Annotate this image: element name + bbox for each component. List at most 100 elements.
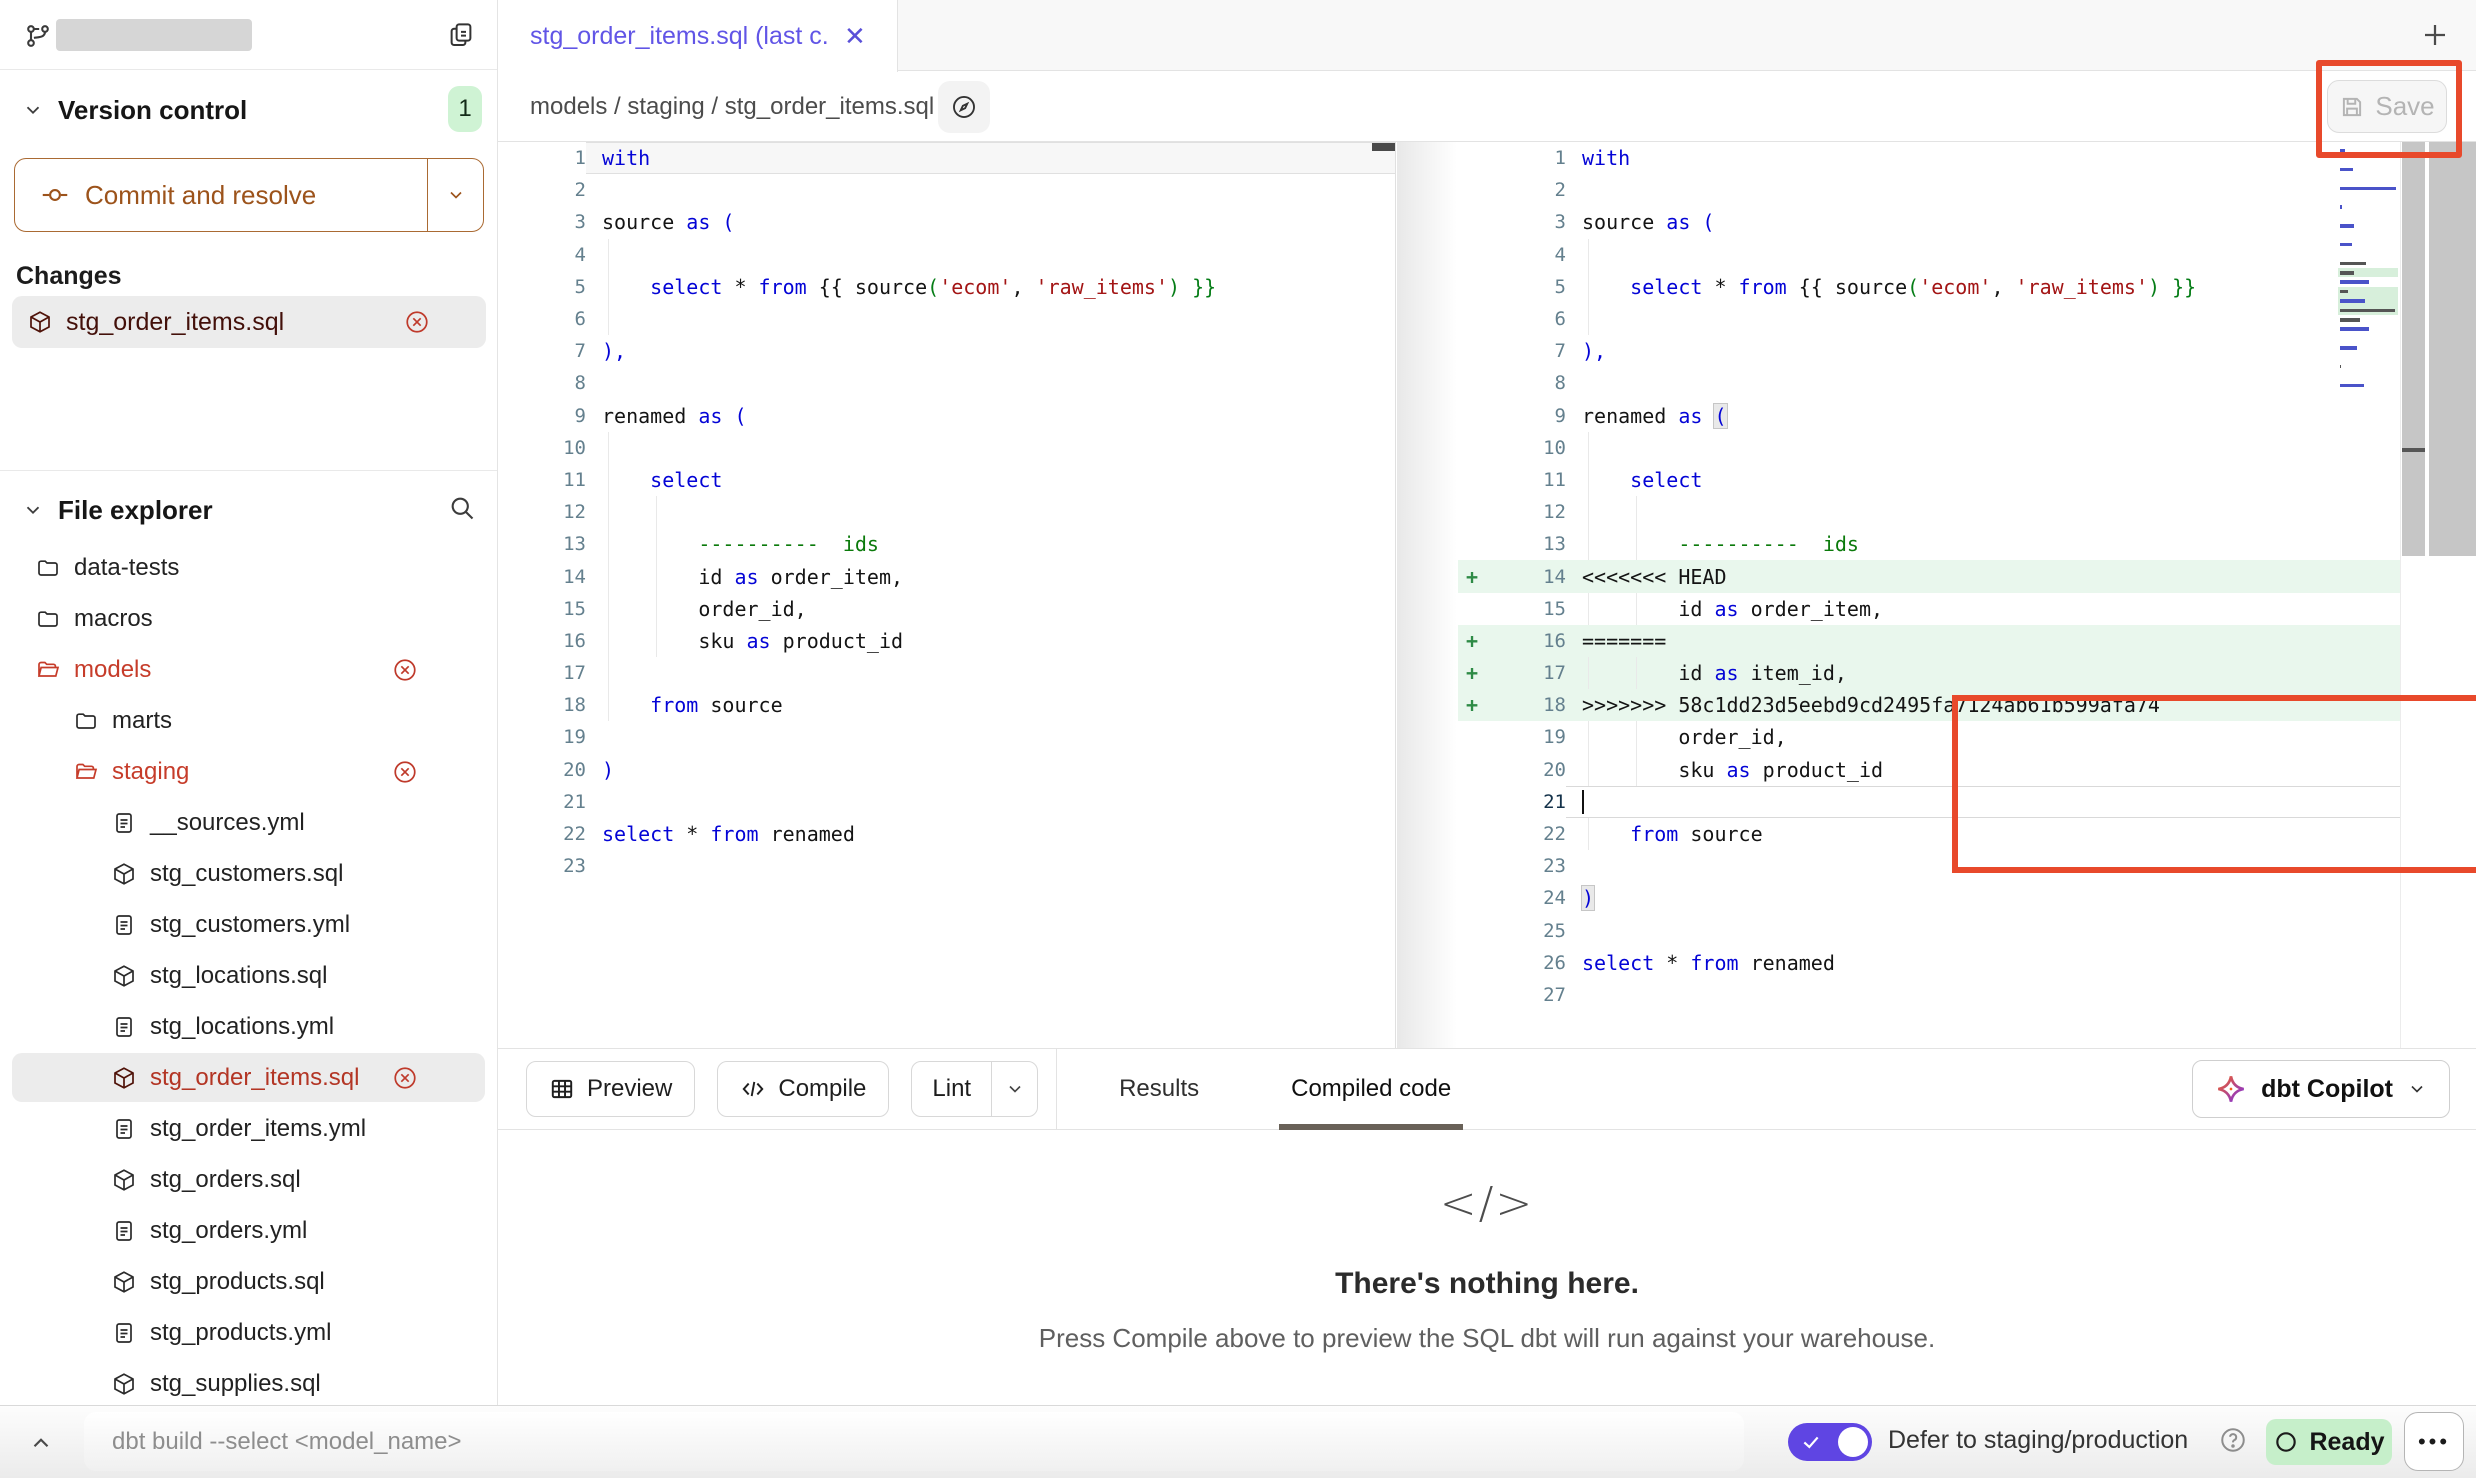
code-line[interactable]: 7),	[498, 335, 1395, 367]
code-line[interactable]: 3source as (	[1458, 206, 2400, 238]
code-line[interactable]: 10	[498, 432, 1395, 464]
code-line[interactable]: +17 id as item_id,	[1458, 657, 2400, 689]
save-button[interactable]: Save	[2327, 80, 2447, 133]
file-tree-item[interactable]: stg_products.yml	[0, 1307, 497, 1358]
commit-dropdown-button[interactable]	[427, 159, 483, 231]
code-line[interactable]: 16 sku as product_id	[498, 625, 1395, 657]
code-line[interactable]: 10	[1458, 432, 2400, 464]
minimap-scrollbar[interactable]	[2402, 142, 2425, 556]
dbt-copilot-button[interactable]: dbt Copilot	[2192, 1060, 2450, 1118]
code-line[interactable]: 15 id as order_item,	[1458, 593, 2400, 625]
code-line[interactable]: 27	[1458, 979, 2400, 1011]
code-line[interactable]: 2	[498, 174, 1395, 206]
file-tree-item[interactable]: stg_order_items.yml	[0, 1103, 497, 1154]
close-icon[interactable]: ✕	[844, 21, 866, 52]
file-tree-item[interactable]: data-tests	[0, 542, 497, 593]
file-tree-item[interactable]: stg_locations.sql	[0, 950, 497, 1001]
file-tree-item[interactable]: stg_orders.yml	[0, 1205, 497, 1256]
file-tree-item[interactable]: stg_products.sql	[0, 1256, 497, 1307]
copy-files-icon[interactable]	[446, 20, 476, 50]
code-line[interactable]: 2	[1458, 174, 2400, 206]
code-line[interactable]: 21	[498, 786, 1395, 818]
code-line[interactable]: 21	[1458, 786, 2400, 818]
code-line[interactable]: 14 id as order_item,	[498, 560, 1395, 592]
code-line[interactable]: 5 select * from {{ source('ecom', 'raw_i…	[1458, 271, 2400, 303]
file-tree-item[interactable]: models	[0, 644, 497, 695]
code-line[interactable]: 24)	[1458, 882, 2400, 914]
tab-stg-order-items[interactable]: stg_order_items.sql (last c... ✕	[498, 0, 898, 72]
code-line[interactable]: 4	[1458, 239, 2400, 271]
code-line[interactable]: 18 from source	[498, 689, 1395, 721]
code-line[interactable]: 6	[498, 303, 1395, 335]
preview-button[interactable]: Preview	[526, 1061, 695, 1117]
compile-button[interactable]: Compile	[717, 1061, 889, 1117]
code-line[interactable]: 19	[498, 721, 1395, 753]
code-line[interactable]: 5 select * from {{ source('ecom', 'raw_i…	[498, 271, 1395, 303]
code-line[interactable]: +18>>>>>>> 58c1dd23d5eebd9cd2495fa7124ab…	[1458, 689, 2400, 721]
discard-change-icon[interactable]	[392, 657, 418, 683]
defer-toggle[interactable]	[1788, 1423, 1872, 1461]
code-pane-original[interactable]: 1with23source as (45 select * from {{ so…	[498, 142, 1396, 1048]
code-line[interactable]: 23	[1458, 850, 2400, 882]
status-badge[interactable]: Ready	[2266, 1419, 2392, 1465]
code-line[interactable]: 12	[498, 496, 1395, 528]
code-line[interactable]: 25	[1458, 915, 2400, 947]
code-line[interactable]: 17	[498, 657, 1395, 689]
discard-change-icon[interactable]	[404, 309, 430, 335]
file-tree-item[interactable]: macros	[0, 593, 497, 644]
file-tree-item[interactable]: stg_locations.yml	[0, 1001, 497, 1052]
tab-results[interactable]: Results	[1119, 1048, 1199, 1130]
code-line[interactable]: 9renamed as (	[498, 400, 1395, 432]
file-explorer-header[interactable]: File explorer	[0, 482, 497, 538]
code-line[interactable]: 1with	[498, 142, 1395, 174]
code-line[interactable]: 19 order_id,	[1458, 721, 2400, 753]
discard-change-icon[interactable]	[392, 759, 418, 785]
code-line[interactable]: 3source as (	[498, 206, 1395, 238]
file-tree-item[interactable]: stg_order_items.sql	[0, 1052, 497, 1103]
breadcrumb[interactable]: models / staging / stg_order_items.sql	[530, 71, 934, 142]
code-line[interactable]: 4	[498, 239, 1395, 271]
code-line[interactable]: 8	[1458, 367, 2400, 399]
file-tree-item[interactable]: stg_orders.sql	[0, 1154, 497, 1205]
lint-dropdown-button[interactable]	[991, 1062, 1037, 1116]
code-line[interactable]: 22 from source	[1458, 818, 2400, 850]
commit-button-main[interactable]: Commit and resolve	[15, 159, 427, 231]
help-icon[interactable]	[2218, 1425, 2248, 1455]
discard-change-icon[interactable]	[392, 1065, 418, 1091]
search-icon[interactable]	[448, 494, 476, 522]
lint-button[interactable]: Lint	[912, 1062, 991, 1116]
commit-and-resolve-button[interactable]: Commit and resolve	[14, 158, 484, 232]
code-line[interactable]: 1with	[1458, 142, 2400, 174]
new-tab-icon[interactable]	[2420, 20, 2450, 50]
code-line[interactable]: 15 order_id,	[498, 593, 1395, 625]
version-control-header[interactable]: Version control	[0, 82, 497, 138]
tab-compiled-code[interactable]: Compiled code	[1291, 1048, 1451, 1130]
editor-scrollbar[interactable]	[2429, 142, 2476, 556]
code-line[interactable]: 13 ---------- ids	[1458, 528, 2400, 560]
left-pane-scrollbar-thumb[interactable]	[1372, 143, 1395, 151]
code-line[interactable]: 22select * from renamed	[498, 818, 1395, 850]
code-line[interactable]: 8	[498, 367, 1395, 399]
code-line[interactable]: 6	[1458, 303, 2400, 335]
code-line[interactable]: 23	[498, 850, 1395, 882]
code-line[interactable]: +14<<<<<<< HEAD	[1458, 560, 2400, 592]
code-line[interactable]: 9renamed as (	[1458, 400, 2400, 432]
file-tree-item[interactable]: __sources.yml	[0, 797, 497, 848]
dbt-command-input[interactable]: dbt build --select <model_name>	[84, 1412, 1744, 1471]
code-pane-conflicted[interactable]: 1with23source as (45 select * from {{ so…	[1458, 142, 2400, 1048]
git-branch-icon[interactable]	[24, 22, 52, 50]
file-tree-item[interactable]: stg_supplies.sql	[0, 1358, 497, 1409]
file-tree-item[interactable]: stg_customers.yml	[0, 899, 497, 950]
code-line[interactable]: 11 select	[1458, 464, 2400, 496]
code-line[interactable]: 20 sku as product_id	[1458, 754, 2400, 786]
code-line[interactable]: 11 select	[498, 464, 1395, 496]
code-line[interactable]: 13 ---------- ids	[498, 528, 1395, 560]
code-line[interactable]: +16=======	[1458, 625, 2400, 657]
code-line[interactable]: 12	[1458, 496, 2400, 528]
lineage-icon[interactable]	[938, 81, 990, 133]
file-tree-item[interactable]: staging	[0, 746, 497, 797]
chevron-up-icon[interactable]	[28, 1430, 54, 1456]
minimap[interactable]	[2338, 146, 2398, 400]
file-tree-item[interactable]: marts	[0, 695, 497, 746]
code-line[interactable]: 7),	[1458, 335, 2400, 367]
